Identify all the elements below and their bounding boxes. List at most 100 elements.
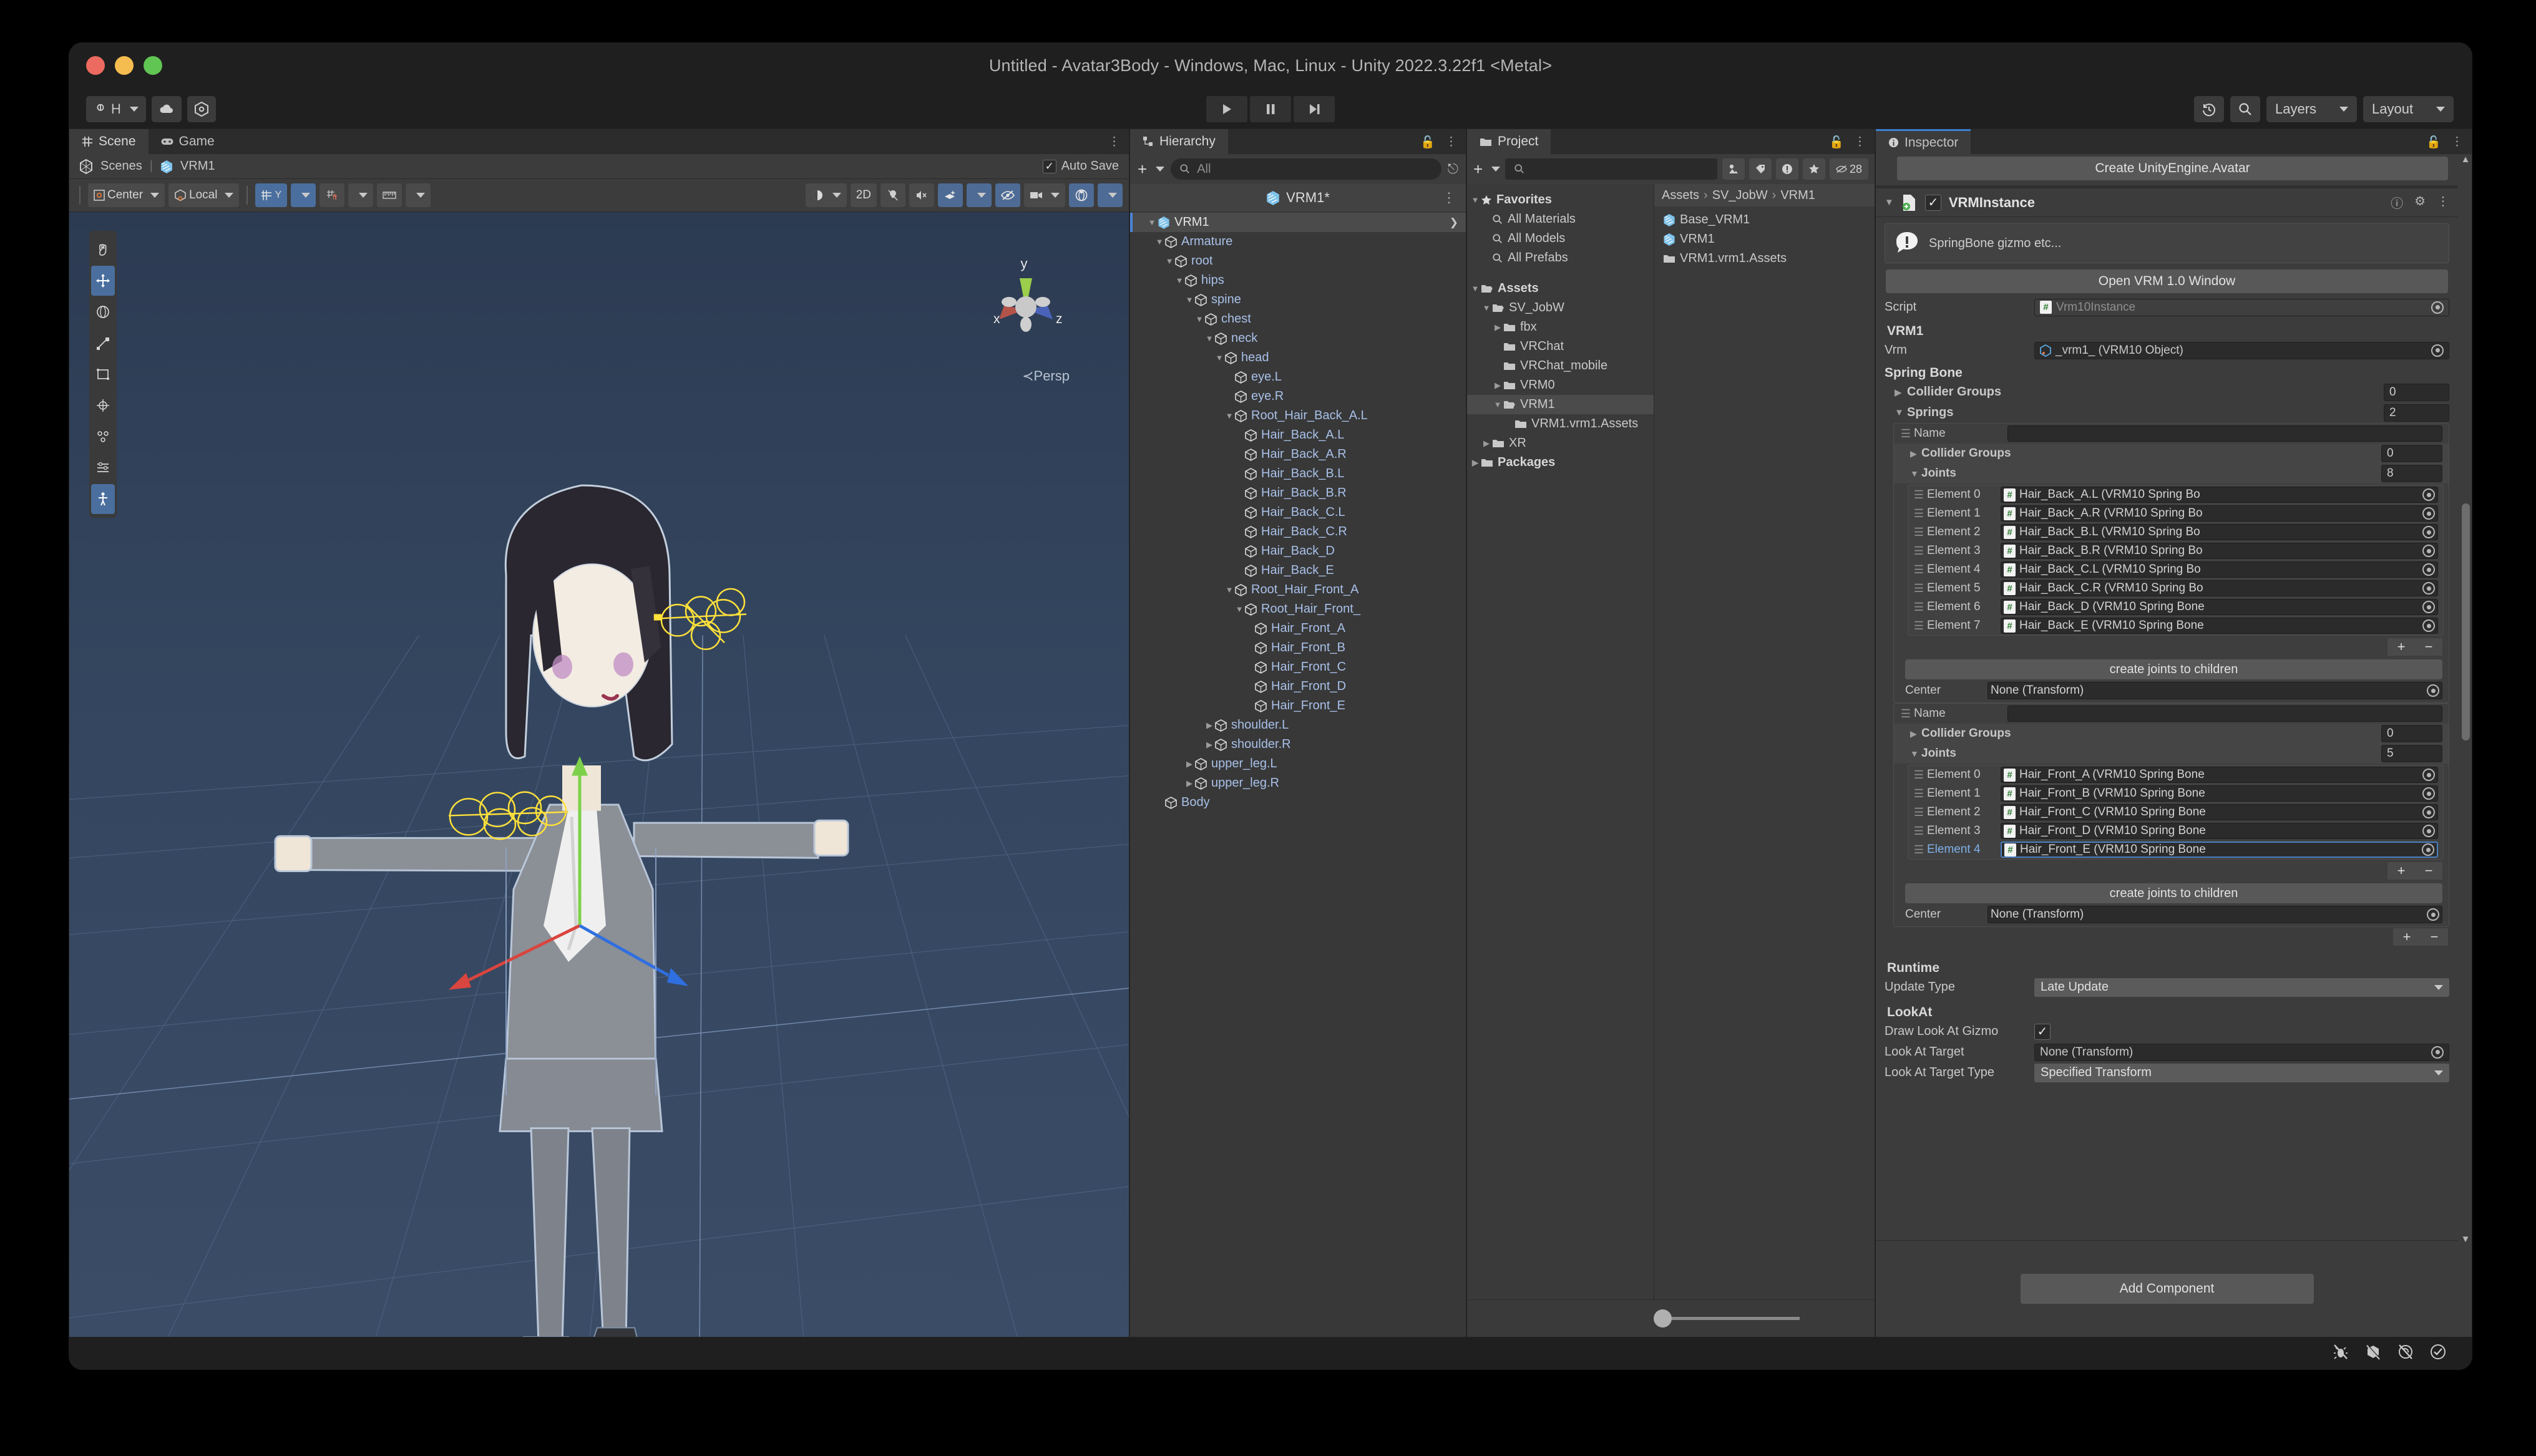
project-tree-row[interactable]: VRM1.vrm1.Assets: [1467, 414, 1654, 434]
hand-tool-icon[interactable]: [89, 235, 117, 265]
minimize-window-button[interactable]: [115, 56, 134, 75]
drag-handle-icon[interactable]: ☰: [1911, 806, 1927, 819]
breadcrumb-segment[interactable]: Assets: [1662, 188, 1699, 203]
snap-increment-button[interactable]: [377, 183, 402, 207]
lookat-target-row[interactable]: Look At Target None (Transform): [1876, 1042, 2458, 1062]
breadcrumb-segment[interactable]: VRM1: [1780, 188, 1815, 203]
chevron-down-icon[interactable]: ▼: [1146, 218, 1158, 227]
hierarchy-row[interactable]: ▼ chest: [1130, 309, 1466, 329]
drag-handle-icon[interactable]: ☰: [1911, 563, 1927, 576]
undo-history-button[interactable]: [2194, 95, 2224, 122]
joint-element-field[interactable]: # Hair_Front_B (VRM10 Spring Bone: [2001, 785, 2438, 802]
lock-icon[interactable]: 🔓: [1420, 135, 1435, 150]
custom-tool-icon[interactable]: [89, 422, 117, 452]
scale-tool-icon[interactable]: [89, 328, 117, 358]
grid-snap-button[interactable]: [319, 183, 345, 207]
scene-viewport[interactable]: y x z ≺Persp: [69, 212, 1129, 1337]
scene-tools-palette[interactable]: [89, 231, 117, 518]
auto-save-group[interactable]: ✓ Auto Save: [1042, 159, 1119, 173]
add-joint-button[interactable]: +: [2387, 638, 2415, 656]
drag-handle-icon[interactable]: ☰: [1911, 507, 1927, 520]
chevron-down-icon[interactable]: ▼: [1164, 256, 1175, 266]
chevron-right-icon[interactable]: ▶: [1492, 381, 1503, 391]
chevron-right-icon[interactable]: ▶: [1910, 449, 1921, 459]
avatar-tool-icon[interactable]: [91, 484, 115, 514]
chevron-down-icon[interactable]: ▼: [1885, 197, 1894, 208]
project-tree-row[interactable]: ▶ XR: [1467, 434, 1654, 453]
hierarchy-row[interactable]: ▼ Armature: [1130, 232, 1466, 251]
joint-element-row[interactable]: ☰ Element 6 # Hair_Back_D (VRM10 Spring Bon…: [1908, 598, 2443, 616]
joint-element-row[interactable]: ☰ Element 1 # Hair_Front_B (VRM10 Spring Bo…: [1908, 784, 2443, 803]
window-controls[interactable]: [86, 56, 162, 75]
breadcrumb-current-scene[interactable]: VRM1: [180, 159, 215, 173]
tab-inspector[interactable]: Inspector: [1876, 129, 1971, 154]
label-icon[interactable]: [1749, 158, 1772, 180]
springs-count[interactable]: 2: [2384, 404, 2449, 422]
rotate-tool-icon[interactable]: [89, 297, 117, 327]
object-picker-icon[interactable]: [2431, 344, 2444, 357]
object-picker-icon[interactable]: [2427, 908, 2439, 921]
project-tree-row[interactable]: All Models: [1467, 229, 1654, 248]
layout-dropdown[interactable]: Layout: [2363, 95, 2454, 122]
drag-handle-icon[interactable]: ☰: [1911, 488, 1927, 502]
move-tool-icon[interactable]: [91, 266, 115, 296]
hierarchy-row[interactable]: Hair_Back_C.R: [1130, 522, 1466, 541]
warning-icon[interactable]: [1776, 158, 1798, 180]
hierarchy-row[interactable]: Body: [1130, 793, 1466, 812]
joint-add-remove[interactable]: + −: [1894, 862, 2449, 882]
add-joint-button[interactable]: +: [2387, 862, 2415, 880]
hierarchy-row[interactable]: ▼ neck: [1130, 329, 1466, 348]
spring-name-input[interactable]: [2007, 425, 2442, 442]
grid-axis-button[interactable]: Y: [255, 183, 288, 207]
lock-icon[interactable]: 🔓: [2426, 135, 2441, 150]
hierarchy-row[interactable]: ▼ head: [1130, 348, 1466, 367]
update-type-row[interactable]: Update Type Late Update: [1876, 977, 2458, 997]
chevron-right-icon[interactable]: ▶: [1184, 759, 1195, 769]
remove-joint-button[interactable]: −: [2415, 638, 2442, 656]
hierarchy-row[interactable]: ▼ root: [1130, 251, 1466, 271]
drag-handle-icon[interactable]: ☰: [1911, 601, 1927, 614]
scene-tab-menu[interactable]: ⋮: [1108, 135, 1120, 149]
gizmos-dropdown[interactable]: [1098, 183, 1123, 207]
chevron-right-icon[interactable]: ▶: [1895, 387, 1907, 398]
projection-mode-label[interactable]: ≺Persp: [1022, 368, 1070, 384]
spring-collider-groups-count[interactable]: 0: [2381, 725, 2442, 742]
vrm-row[interactable]: Vrm _vrm1_ (VRM10 Object): [1876, 340, 2458, 361]
project-tree-row[interactable]: ▼ Favorites: [1467, 190, 1654, 210]
hierarchy-row[interactable]: Hair_Back_C.L: [1130, 503, 1466, 522]
chevron-down-icon[interactable]: ▼: [1481, 303, 1492, 313]
object-picker-icon[interactable]: [2431, 1046, 2444, 1059]
preview-off-icon[interactable]: [2397, 1344, 2414, 1364]
chevron-down-icon[interactable]: ▼: [1184, 295, 1195, 304]
hierarchy-row[interactable]: ▼ spine: [1130, 290, 1466, 309]
project-tree-row[interactable]: ▶ Packages: [1467, 453, 1654, 472]
kebab-menu-icon[interactable]: ⋮: [1854, 135, 1866, 150]
toggle-fx-button[interactable]: [938, 183, 963, 207]
create-avatar-button[interactable]: Create UnityEngine.Avatar: [1897, 157, 2448, 180]
check-circle-icon[interactable]: [2430, 1344, 2446, 1364]
joint-element-field[interactable]: # Hair_Back_C.R (VRM10 Spring Bo: [2001, 580, 2438, 596]
drag-handle-icon[interactable]: ☰: [1898, 427, 1914, 440]
shading-mode-dropdown[interactable]: [805, 183, 847, 207]
add-spring-button[interactable]: +: [2393, 928, 2421, 946]
snap-increment-dropdown[interactable]: [406, 183, 431, 207]
joint-add-remove[interactable]: + −: [1894, 638, 2449, 658]
toggle-lighting-button[interactable]: [880, 183, 905, 207]
chevron-down-icon[interactable]: ▼: [1910, 749, 1921, 759]
drag-handle-icon[interactable]: ☰: [1911, 825, 1927, 838]
transform-tool-icon[interactable]: [89, 391, 117, 420]
inspector-tab-icons[interactable]: 🔓 ⋮: [2426, 135, 2463, 150]
chevron-down-icon[interactable]: ▼: [1492, 400, 1503, 409]
project-tree-row[interactable]: ▼ Assets: [1467, 279, 1654, 298]
star-icon[interactable]: [1803, 158, 1825, 180]
chevron-down-icon[interactable]: ▼: [1154, 237, 1165, 246]
collider-groups-count[interactable]: 0: [2384, 383, 2449, 401]
chevron-down-icon[interactable]: ▼: [1194, 314, 1205, 324]
toggle-audio-button[interactable]: [909, 183, 934, 207]
chevron-down-icon[interactable]: ▼: [1895, 407, 1907, 418]
joint-element-row[interactable]: ☰ Element 4 # Hair_Front_E (VRM10 Spring Bo…: [1908, 840, 2443, 859]
toggle-2d-button[interactable]: 2D: [850, 183, 877, 207]
preset-icon[interactable]: ⚙: [2414, 193, 2426, 211]
joint-element-field[interactable]: # Hair_Back_C.L (VRM10 Spring Bo: [2001, 561, 2438, 578]
joint-element-field[interactable]: # Hair_Back_B.L (VRM10 Spring Bo: [2001, 524, 2438, 540]
